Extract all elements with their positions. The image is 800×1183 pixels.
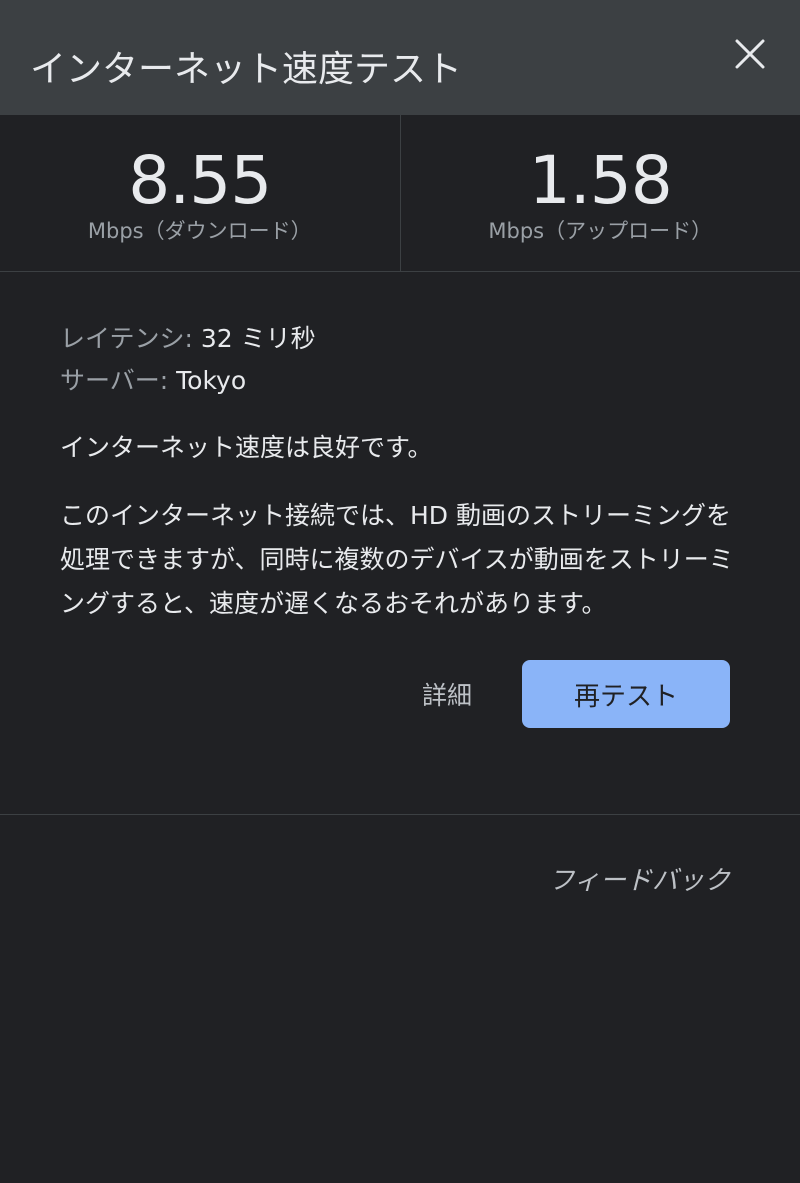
latency-value: 32 ミリ秒 [200, 324, 316, 353]
upload-value: 1.58 [528, 142, 673, 219]
speed-status: インターネット速度は良好です。 [60, 433, 433, 462]
upload-speed: 1.58 Mbps（アップロード） [399, 115, 800, 271]
footer-divider [0, 814, 800, 815]
latency-label: レイテンシ: [60, 324, 193, 353]
server-row: サーバー: Tokyo [60, 360, 740, 402]
download-unit: Mbps（ダウンロード） [87, 219, 312, 243]
latency-row: レイテンシ: 32 ミリ秒 [60, 318, 740, 360]
upload-unit: Mbps（アップロード） [488, 219, 713, 243]
retest-button[interactable]: 再テスト [522, 660, 730, 728]
results-body: レイテンシ: 32 ミリ秒 サーバー: Tokyo インターネット速度は良好です… [0, 272, 800, 728]
close-button[interactable] [730, 34, 770, 74]
speed-test-dialog: インターネット速度テスト 8.55 Mbps（ダウンロード） 1.58 Mbps… [0, 0, 800, 1183]
details-button[interactable]: 詳細 [422, 676, 472, 712]
dialog-header: インターネット速度テスト [0, 0, 800, 115]
download-speed: 8.55 Mbps（ダウンロード） [0, 115, 400, 271]
feedback-link[interactable]: フィードバック [549, 860, 730, 897]
close-icon [735, 39, 765, 69]
speed-description: このインターネット接続では、HD 動画のストリーミングを処理できますが、同時に複… [60, 501, 734, 618]
dialog-title: インターネット速度テスト [30, 49, 463, 90]
download-value: 8.55 [128, 142, 272, 219]
action-row: 詳細 再テスト [60, 660, 740, 728]
server-value: Tokyo [176, 366, 247, 395]
server-label: サーバー: [60, 366, 169, 395]
speed-results: 8.55 Mbps（ダウンロード） 1.58 Mbps（アップロード） [0, 115, 800, 272]
